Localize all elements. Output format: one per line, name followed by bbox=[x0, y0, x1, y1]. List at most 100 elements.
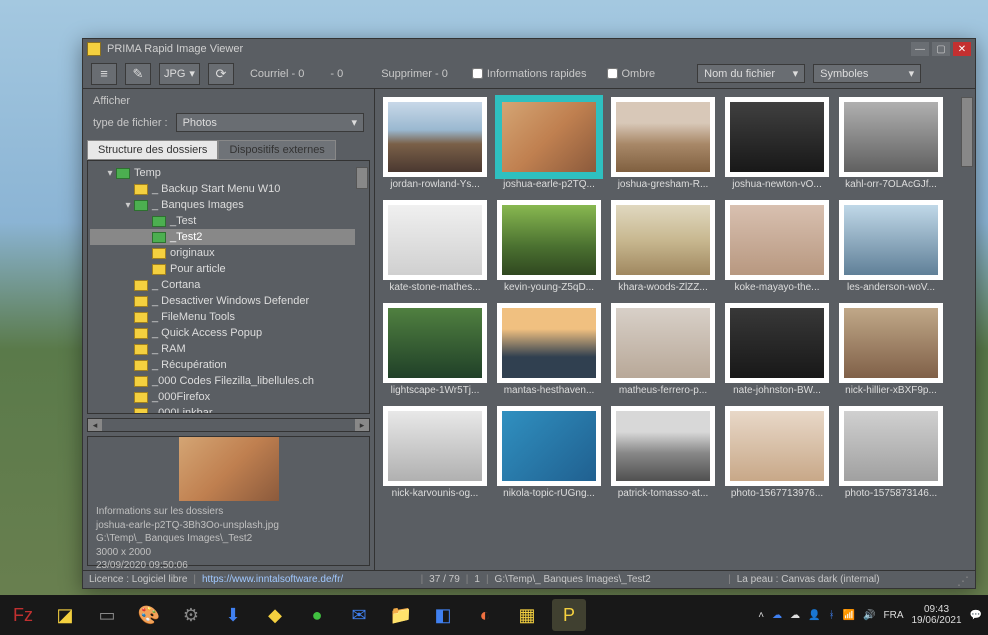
resize-grip[interactable]: ⋰ bbox=[957, 574, 969, 586]
tree-label: Temp bbox=[134, 167, 161, 179]
tree-label: _ Banques Images bbox=[152, 199, 244, 211]
info-rapides-checkbox[interactable]: Informations rapides bbox=[472, 68, 587, 80]
taskbar-blue-icon[interactable]: ◧ bbox=[426, 599, 460, 631]
thumb-image bbox=[611, 200, 715, 280]
tray-bluetooth-icon[interactable]: ᚼ bbox=[829, 610, 835, 621]
status-url[interactable]: https://www.inntalsoftware.de/fr/ bbox=[202, 574, 343, 585]
taskbar-app-icon[interactable]: ◪ bbox=[48, 599, 82, 631]
tree-label: _ Backup Start Menu W10 bbox=[152, 183, 280, 195]
taskbar-yellow-icon[interactable]: ◆ bbox=[258, 599, 292, 631]
thumbnail[interactable]: nate-johnston-BW... bbox=[725, 303, 829, 396]
taskbar-terminal-icon[interactable]: ▭ bbox=[90, 599, 124, 631]
close-button[interactable]: ✕ bbox=[953, 42, 971, 56]
tree-node[interactable]: _ FileMenu Tools bbox=[90, 309, 367, 325]
thumbnail[interactable]: photo-1575873146... bbox=[839, 406, 943, 499]
thumbnail[interactable]: nick-hillier-xBXF9p... bbox=[839, 303, 943, 396]
taskbar-thunderbird-icon[interactable]: ✉ bbox=[342, 599, 376, 631]
tree-node[interactable]: Pour article bbox=[90, 261, 367, 277]
hscroll-right[interactable]: ▸ bbox=[355, 419, 369, 431]
folder-icon bbox=[152, 248, 166, 259]
tab-structure[interactable]: Structure des dossiers bbox=[87, 140, 218, 160]
tray-volume-icon[interactable]: 🔊 bbox=[863, 610, 875, 621]
thumbnail[interactable]: patrick-tomasso-at... bbox=[611, 406, 715, 499]
tree-node[interactable]: _ RAM bbox=[90, 341, 367, 357]
hscroll-left[interactable]: ◂ bbox=[88, 419, 102, 431]
tree-node[interactable]: _Test2 bbox=[90, 229, 367, 245]
thumbnail[interactable]: kate-stone-mathes... bbox=[383, 200, 487, 293]
taskbar-folder-icon[interactable]: 📁 bbox=[384, 599, 418, 631]
tree-node[interactable]: originaux bbox=[90, 245, 367, 261]
tray-notifications-icon[interactable]: 💬 bbox=[970, 610, 982, 621]
ombre-checkbox[interactable]: Ombre bbox=[607, 68, 656, 80]
minimize-button[interactable]: — bbox=[911, 42, 929, 56]
thumbnail[interactable]: mantas-hesthaven... bbox=[497, 303, 601, 396]
thumbnail[interactable]: joshua-gresham-R... bbox=[611, 97, 715, 190]
tree-scrollbar[interactable] bbox=[355, 161, 369, 413]
taskbar-gear-icon[interactable]: ⚙ bbox=[174, 599, 208, 631]
taskbar-gallery-icon[interactable]: ▦ bbox=[510, 599, 544, 631]
thumbnail[interactable]: joshua-earle-p2TQ... bbox=[497, 97, 601, 190]
sort-dropdown[interactable]: Nom du fichier▾ bbox=[697, 64, 805, 83]
thumbnail[interactable]: jordan-rowland-Ys... bbox=[383, 97, 487, 190]
taskbar-filezilla-icon[interactable]: Fz bbox=[6, 599, 40, 631]
thumb-image bbox=[611, 97, 715, 177]
thumbnail[interactable]: photo-1567713976... bbox=[725, 406, 829, 499]
status-licence: Licence : Logiciel libre bbox=[89, 574, 187, 585]
tray-clock[interactable]: 09:43 19/06/2021 bbox=[911, 604, 961, 626]
thumb-image bbox=[839, 303, 943, 383]
gallery-scrollbar[interactable] bbox=[961, 97, 973, 562]
tree-node[interactable]: ▾ _ Banques Images bbox=[90, 197, 367, 213]
thumbnail[interactable]: les-anderson-woV... bbox=[839, 200, 943, 293]
thumbnail[interactable]: khara-woods-ZlZZ... bbox=[611, 200, 715, 293]
tree-node[interactable]: _000Linkbar bbox=[90, 405, 367, 414]
thumbnail-gallery[interactable]: jordan-rowland-Ys...joshua-earle-p2TQ...… bbox=[375, 89, 975, 570]
menu-button[interactable]: ≡ bbox=[91, 63, 117, 85]
tree-label: originaux bbox=[170, 247, 215, 259]
thumbnail[interactable]: kevin-young-Z5qD... bbox=[497, 200, 601, 293]
taskbar[interactable]: Fz ◪ ▭ 🎨 ⚙ ⬇ ◆ ● ✉ 📁 ◧ ◐ ▦ P ˄ ☁ ☁ 👤 ᚼ 📶… bbox=[0, 595, 988, 635]
thumb-image bbox=[383, 97, 487, 177]
tab-dispositifs[interactable]: Dispositifs externes bbox=[218, 140, 335, 160]
thumbnail[interactable]: koke-mayayo-the... bbox=[725, 200, 829, 293]
tray-onedrive-icon[interactable]: ☁ bbox=[772, 610, 782, 621]
taskbar-down-icon[interactable]: ⬇ bbox=[216, 599, 250, 631]
thumbnail[interactable]: nikola-topic-rUGng... bbox=[497, 406, 601, 499]
tree-scroll-thumb[interactable] bbox=[356, 167, 368, 189]
thumbnail[interactable]: matheus-ferrero-p... bbox=[611, 303, 715, 396]
folder-tree[interactable]: ▾ Temp _ Backup Start Menu W10 ▾ _ Banques … bbox=[87, 160, 370, 414]
tray-people-icon[interactable]: 👤 bbox=[808, 610, 820, 621]
tree-node[interactable]: _ Récupération bbox=[90, 357, 367, 373]
tree-node[interactable]: _ Cortana bbox=[90, 277, 367, 293]
thumbnail[interactable]: joshua-newton-vO... bbox=[725, 97, 829, 190]
taskbar-prima-icon[interactable]: P bbox=[552, 599, 586, 631]
tree-hscrollbar[interactable]: ◂ ▸ bbox=[87, 418, 370, 432]
thumbnail[interactable]: lightscape-1Wr5Tj... bbox=[383, 303, 487, 396]
tree-node[interactable]: _000 Codes Filezilla_libellules.ch bbox=[90, 373, 367, 389]
gallery-scroll-thumb[interactable] bbox=[961, 97, 973, 167]
filetype-dropdown[interactable]: Photos▾ bbox=[176, 113, 364, 132]
titlebar[interactable]: PRIMA Rapid Image Viewer — ▢ ✕ bbox=[83, 39, 975, 59]
format-select[interactable]: JPG▾ bbox=[159, 63, 200, 85]
tree-node[interactable]: _ Quick Access Popup bbox=[90, 325, 367, 341]
expand-icon[interactable]: ▾ bbox=[122, 200, 134, 211]
symbols-dropdown[interactable]: Symboles▾ bbox=[813, 64, 921, 83]
tray-wifi-icon[interactable]: 📶 bbox=[843, 610, 855, 621]
refresh-button[interactable]: ⟳ bbox=[208, 63, 234, 85]
tray-onedrive2-icon[interactable]: ☁ bbox=[790, 610, 800, 621]
thumbnail[interactable]: nick-karvounis-og... bbox=[383, 406, 487, 499]
taskbar-palette-icon[interactable]: 🎨 bbox=[132, 599, 166, 631]
tree-node[interactable]: _ Desactiver Windows Defender bbox=[90, 293, 367, 309]
system-tray[interactable]: ˄ ☁ ☁ 👤 ᚼ 📶 🔊 FRA 09:43 19/06/2021 💬 bbox=[758, 604, 982, 626]
tray-chevron-icon[interactable]: ˄ bbox=[758, 610, 764, 621]
edit-button[interactable]: ✎ bbox=[125, 63, 151, 85]
tree-node[interactable]: _000Firefox bbox=[90, 389, 367, 405]
expand-icon[interactable]: ▾ bbox=[104, 168, 116, 179]
taskbar-green-icon[interactable]: ● bbox=[300, 599, 334, 631]
thumbnail[interactable]: kahl-orr-7OLAcGJf... bbox=[839, 97, 943, 190]
tray-lang[interactable]: FRA bbox=[883, 610, 903, 621]
tree-node[interactable]: _ Backup Start Menu W10 bbox=[90, 181, 367, 197]
taskbar-paint-icon[interactable]: ◐ bbox=[468, 599, 502, 631]
tree-node[interactable]: ▾ Temp bbox=[90, 165, 367, 181]
tree-node[interactable]: _Test bbox=[90, 213, 367, 229]
maximize-button[interactable]: ▢ bbox=[932, 42, 950, 56]
